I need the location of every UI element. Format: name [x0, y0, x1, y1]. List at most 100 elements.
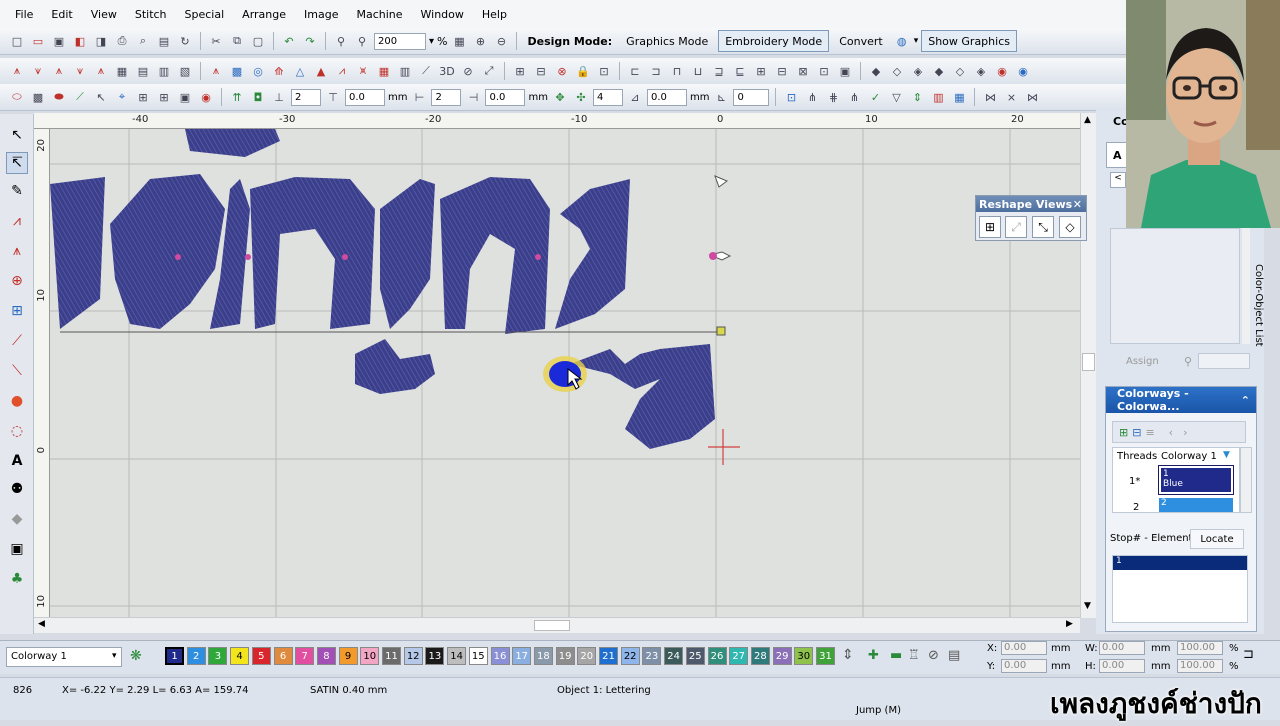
line-tool-icon[interactable]: ⟋ [6, 330, 28, 352]
palette-tool-icon[interactable]: ♖ [908, 648, 920, 663]
color-swatch[interactable]: 22 [620, 647, 640, 665]
next-icon[interactable]: › [1183, 426, 1187, 439]
object-list-area[interactable] [1110, 228, 1240, 344]
thread-swatch-blue[interactable]: 1 Blue [1158, 465, 1234, 495]
export-machine-icon[interactable]: ◨ [92, 32, 110, 50]
color-swatch[interactable]: 1 [165, 647, 184, 665]
align-icon[interactable]: ⊐ [647, 62, 665, 80]
spacing-icon[interactable]: ⊤ [324, 88, 342, 106]
reshape-icon[interactable]: ⋔ [803, 88, 821, 106]
add-color-icon[interactable]: ✚ [868, 648, 879, 663]
reshape-icon[interactable]: ⋔ [845, 88, 863, 106]
color-swatch[interactable]: 18 [533, 647, 553, 665]
pen-icon[interactable]: ✎ [6, 180, 28, 202]
color-swatch[interactable]: 4 [230, 647, 250, 665]
effect-icon[interactable]: ⤢ [480, 62, 498, 80]
stitch-tool-icon[interactable]: ⊞ [6, 300, 28, 322]
menu-image[interactable]: Image [304, 8, 338, 21]
color-swatch[interactable]: 8 [316, 647, 336, 665]
properties-icon[interactable]: ▤ [155, 32, 173, 50]
menu-arrange[interactable]: Arrange [242, 8, 286, 21]
color-swatch[interactable]: 5 [251, 647, 271, 665]
embroidery-mode-button[interactable]: Embroidery Mode [718, 30, 830, 52]
assign-button[interactable]: Assign [1126, 356, 1159, 367]
color-swatch[interactable]: 19 [555, 647, 575, 665]
value-field[interactable]: 0.0 [485, 88, 526, 106]
color-icon[interactable]: ◉ [197, 88, 215, 106]
locate-button[interactable]: Locate [1190, 529, 1244, 549]
tab-partial-a[interactable]: A [1106, 142, 1128, 168]
stitch-tool-icon[interactable]: ⌖ [113, 88, 131, 106]
add-colorway-icon[interactable]: ⊞ [1119, 426, 1128, 439]
print-preview-icon[interactable]: ⌕ [134, 32, 152, 50]
align-icon[interactable]: ⊏ [626, 62, 644, 80]
align-icon[interactable]: ▣ [836, 62, 854, 80]
color-swatch[interactable]: 21 [599, 647, 618, 665]
monogram-icon[interactable]: ⚉ [6, 478, 28, 500]
x-field[interactable]: 0.00 [1001, 641, 1047, 655]
spacing-icon[interactable]: ⊣ [464, 88, 482, 106]
palette-tool-icon[interactable]: ▤ [948, 648, 960, 663]
shape-icon[interactable]: ◈ [972, 62, 990, 80]
stitch-type-icon[interactable]: ⩚ [8, 62, 26, 80]
redo-icon[interactable]: ↷ [301, 32, 319, 50]
shape-icon[interactable]: ◆ [6, 508, 28, 530]
value-field[interactable]: 0.0 [646, 88, 687, 106]
design-canvas[interactable]: -40 -30 -20 -10 0 10 20 20 10 0 10 [34, 113, 1080, 618]
graphics-mode-button[interactable]: Graphics Mode [619, 30, 715, 52]
move-icon[interactable]: ◘ [249, 88, 267, 106]
stitch-tool-icon[interactable]: ⩘ [6, 210, 28, 232]
fit-icon[interactable]: ▦ [450, 32, 468, 50]
collapse-left-icon[interactable]: < [1110, 172, 1126, 188]
align-icon[interactable]: ⊠ [794, 62, 812, 80]
palette-tool-icon[interactable]: ⊘ [928, 648, 939, 663]
stitch-tool-icon[interactable]: ⬭ [8, 88, 26, 106]
mirror-icon[interactable]: ⨯ [1002, 88, 1020, 106]
horizontal-scrollbar[interactable]: ◀ ▶ [34, 617, 1080, 633]
align-icon[interactable]: ⊡ [815, 62, 833, 80]
spacing-icon[interactable]: ⊢ [410, 88, 428, 106]
effect-icon[interactable]: ⟋ [417, 62, 435, 80]
zoom-field[interactable]: 200 [374, 32, 426, 50]
value-field[interactable]: 2 [431, 88, 462, 106]
scroll-up-icon[interactable]: ▲ [1084, 115, 1091, 125]
color-swatch[interactable]: 2 [186, 647, 206, 665]
prev-icon[interactable]: ‹ [1169, 426, 1173, 439]
reshape-node[interactable] [535, 254, 541, 260]
effect-icon[interactable]: ▥ [396, 62, 414, 80]
mirror-icon[interactable]: ⋈ [1023, 88, 1041, 106]
shape-icon[interactable]: ◉ [993, 62, 1011, 80]
h-field[interactable]: 0.00 [1099, 659, 1145, 673]
color-swatch[interactable]: 6 [273, 647, 293, 665]
color-swatch[interactable]: 20 [577, 647, 597, 665]
y-field[interactable]: 0.00 [1001, 659, 1047, 673]
effect-icon[interactable]: ▦ [375, 62, 393, 80]
reshape-node[interactable] [709, 252, 717, 260]
stitch-tool-icon[interactable]: ▩ [29, 88, 47, 106]
zoom-out-icon[interactable]: ⚲ [353, 32, 371, 50]
lock-ratio-icon[interactable]: ⊐ [1243, 647, 1254, 662]
lettering-icon[interactable]: A [6, 450, 28, 472]
effect-icon[interactable]: ⩚ [207, 62, 225, 80]
menu-special[interactable]: Special [185, 8, 225, 21]
move-icon[interactable]: ⇈ [228, 88, 246, 106]
reshape-handle-top[interactable] [714, 175, 728, 188]
shape-icon[interactable]: ◆ [867, 62, 885, 80]
shape-icon[interactable]: ◈ [909, 62, 927, 80]
color-swatch[interactable]: 9 [338, 647, 358, 665]
stitch-type-icon[interactable]: ⩚ [92, 62, 110, 80]
fill-icon[interactable]: ▧ [176, 62, 194, 80]
assign-input[interactable] [1198, 353, 1250, 369]
spacing-icon[interactable]: ⊿ [626, 88, 644, 106]
reshape-icon[interactable]: ⊡ [782, 88, 800, 106]
effect-icon[interactable]: ▲ [312, 62, 330, 80]
w-percent-field[interactable]: 100.00 [1177, 641, 1223, 655]
stitch-tool-icon[interactable]: ↖ [92, 88, 110, 106]
color-swatch[interactable]: 14 [447, 647, 467, 665]
menu-view[interactable]: View [91, 8, 117, 21]
color-swatch[interactable]: 28 [750, 647, 770, 665]
color-swatch[interactable]: 15 [468, 647, 488, 665]
effect-icon[interactable]: △ [291, 62, 309, 80]
reshape-icon[interactable]: ▥ [929, 88, 947, 106]
color-swatch[interactable]: 13 [425, 647, 445, 665]
